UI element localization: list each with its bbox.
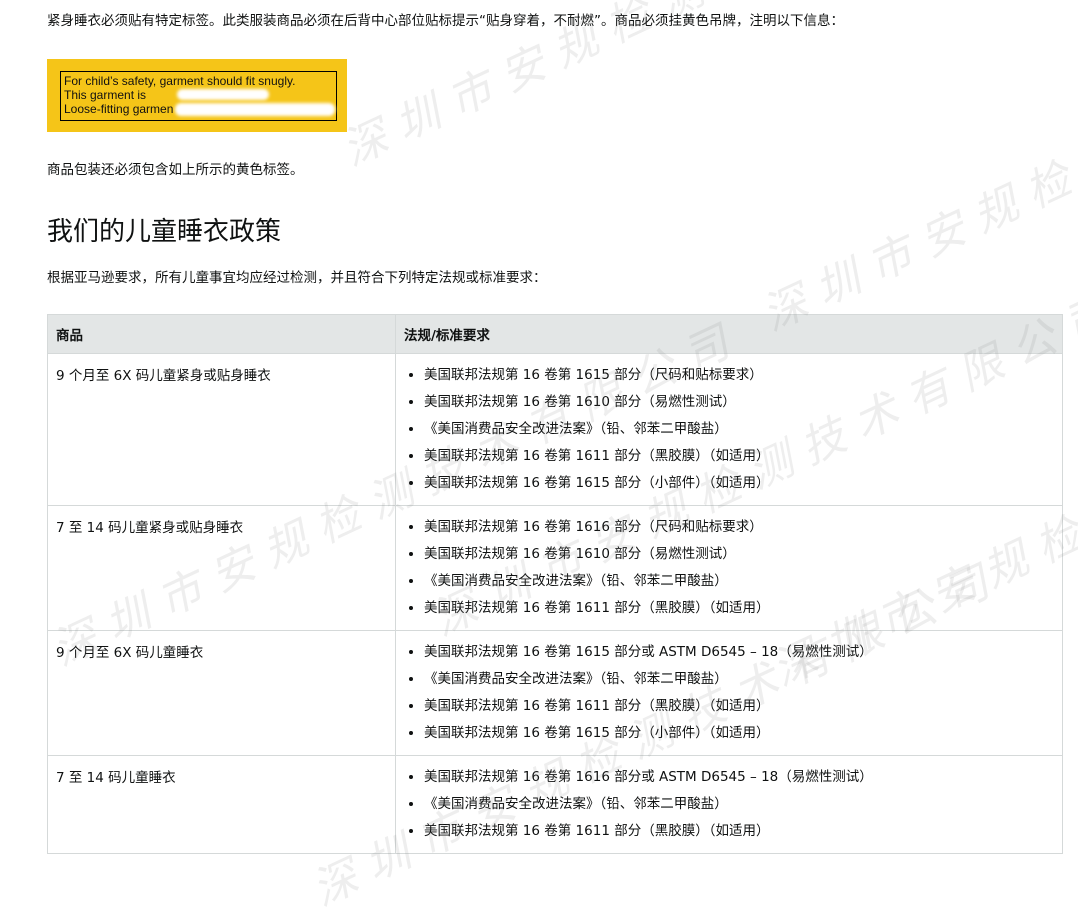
requirement-item: 《美国消费品安全改进法案》（铅、邻苯二甲酸盐） bbox=[424, 416, 1054, 443]
requirement-item: 美国联邦法规第 16 卷第 1611 部分（黑胶膜）（如适用） bbox=[424, 818, 1054, 845]
product-cell: 9 个月至 6X 码儿童紧身或贴身睡衣 bbox=[47, 353, 396, 506]
document-page: 紧身睡衣必须贴有特定标签。此类服装商品必须在后背中心部位贴标提示“贴身穿着，不耐… bbox=[0, 0, 1078, 916]
section-title: 我们的儿童睡衣政策 bbox=[47, 217, 282, 247]
header-product: 商品 bbox=[47, 314, 396, 354]
redaction-mark bbox=[175, 103, 335, 116]
requirements-cell: 美国联邦法规第 16 卷第 1616 部分（尺码和贴标要求）美国联邦法规第 16… bbox=[395, 505, 1063, 631]
intro-paragraph: 紧身睡衣必须贴有特定标签。此类服装商品必须在后背中心部位贴标提示“贴身穿着，不耐… bbox=[47, 13, 844, 29]
yellow-hangtag-image: For child’s safety, garment should fit s… bbox=[47, 59, 347, 132]
requirement-item: 美国联邦法规第 16 卷第 1616 部分（尺码和贴标要求） bbox=[424, 514, 1054, 541]
requirements-cell: 美国联邦法规第 16 卷第 1615 部分（尺码和贴标要求）美国联邦法规第 16… bbox=[395, 353, 1063, 506]
packaging-paragraph: 商品包装还必须包含如上所示的黄色标签。 bbox=[47, 162, 304, 178]
requirement-item: 美国联邦法规第 16 卷第 1615 部分（小部件）（如适用） bbox=[424, 470, 1054, 497]
table-row: 9 个月至 6X 码儿童紧身或贴身睡衣美国联邦法规第 16 卷第 1615 部分… bbox=[47, 353, 1063, 506]
requirement-item: 美国联邦法规第 16 卷第 1611 部分（黑胶膜）（如适用） bbox=[424, 693, 1054, 720]
product-cell: 9 个月至 6X 码儿童睡衣 bbox=[47, 630, 396, 756]
hangtag-line-1: For child’s safety, garment should fit s… bbox=[64, 74, 296, 88]
requirement-item: 美国联邦法规第 16 卷第 1615 部分或 ASTM D6545 – 18（易… bbox=[424, 639, 1054, 666]
policy-table: 商品 法规/标准要求 9 个月至 6X 码儿童紧身或贴身睡衣美国联邦法规第 16… bbox=[47, 314, 1063, 854]
requirement-item: 《美国消费品安全改进法案》（铅、邻苯二甲酸盐） bbox=[424, 666, 1054, 693]
requirements-list: 美国联邦法规第 16 卷第 1616 部分或 ASTM D6545 – 18（易… bbox=[404, 764, 1054, 845]
watermark-text: 深圳市安规检测技术有限公司 bbox=[754, 0, 1078, 342]
table-header-row: 商品 法规/标准要求 bbox=[47, 314, 1063, 354]
lead-paragraph: 根据亚马逊要求，所有儿童事宜均应经过检测，并且符合下列特定法规或标准要求： bbox=[47, 270, 547, 286]
requirement-item: 《美国消费品安全改进法案》（铅、邻苯二甲酸盐） bbox=[424, 568, 1054, 595]
requirements-list: 美国联邦法规第 16 卷第 1615 部分（尺码和贴标要求）美国联邦法规第 16… bbox=[404, 362, 1054, 497]
header-requirements: 法规/标准要求 bbox=[395, 314, 1063, 354]
table-row: 9 个月至 6X 码儿童睡衣 美国联邦法规第 16 卷第 1615 部分或 AST… bbox=[47, 630, 1063, 756]
table-row: 7 至 14 码儿童紧身或贴身睡衣美国联邦法规第 16 卷第 1616 部分（尺… bbox=[47, 505, 1063, 631]
requirement-item: 美国联邦法规第 16 卷第 1615 部分（小部件）（如适用） bbox=[424, 720, 1054, 747]
requirements-cell: 美国联邦法规第 16 卷第 1615 部分或 ASTM D6545 – 18（易… bbox=[395, 630, 1063, 756]
requirement-item: 美国联邦法规第 16 卷第 1611 部分（黑胶膜）（如适用） bbox=[424, 595, 1054, 622]
requirements-cell: 美国联邦法规第 16 卷第 1616 部分或 ASTM D6545 – 18（易… bbox=[395, 755, 1063, 854]
requirement-item: 美国联邦法规第 16 卷第 1610 部分（易燃性测试） bbox=[424, 541, 1054, 568]
product-cell: 7 至 14 码儿童紧身或贴身睡衣 bbox=[47, 505, 396, 631]
requirement-item: 《美国消费品安全改进法案》（铅、邻苯二甲酸盐） bbox=[424, 791, 1054, 818]
requirements-list: 美国联邦法规第 16 卷第 1615 部分或 ASTM D6545 – 18（易… bbox=[404, 639, 1054, 747]
requirement-item: 美国联邦法规第 16 卷第 1611 部分（黑胶膜）（如适用） bbox=[424, 443, 1054, 470]
table-row: 7 至 14 码儿童睡衣 美国联邦法规第 16 卷第 1616 部分或 ASTM … bbox=[47, 755, 1063, 854]
redaction-mark bbox=[177, 89, 269, 100]
requirement-item: 美国联邦法规第 16 卷第 1610 部分（易燃性测试） bbox=[424, 389, 1054, 416]
requirement-item: 美国联邦法规第 16 卷第 1616 部分或 ASTM D6545 – 18（易… bbox=[424, 764, 1054, 791]
product-cell: 7 至 14 码儿童睡衣 bbox=[47, 755, 396, 854]
requirements-list: 美国联邦法规第 16 卷第 1616 部分（尺码和贴标要求）美国联邦法规第 16… bbox=[404, 514, 1054, 622]
requirement-item: 美国联邦法规第 16 卷第 1615 部分（尺码和贴标要求） bbox=[424, 362, 1054, 389]
